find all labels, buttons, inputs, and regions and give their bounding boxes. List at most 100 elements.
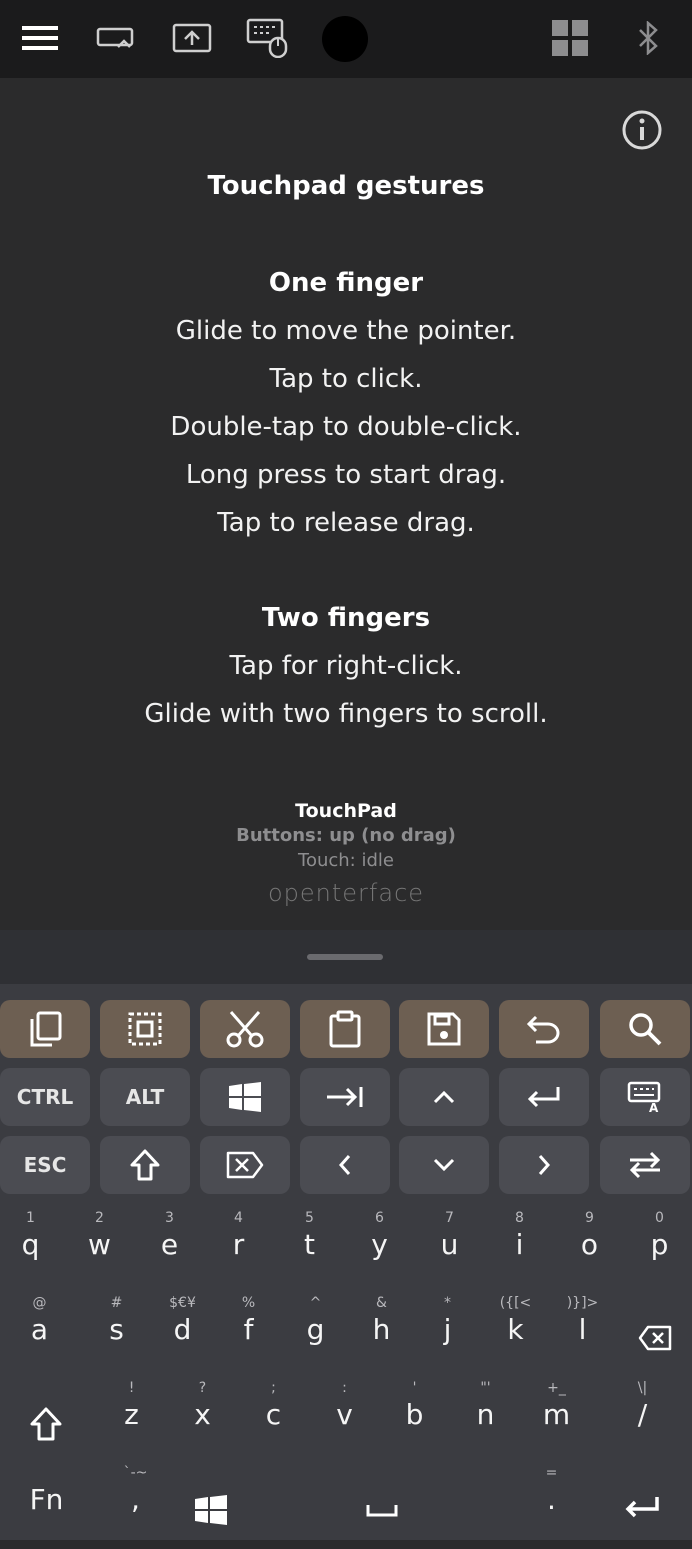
copy-icon	[30, 1011, 62, 1047]
key-l[interactable]: )}]> l	[548, 1295, 617, 1379]
enter-icon	[625, 1497, 659, 1518]
save-button[interactable]	[399, 1000, 489, 1058]
key-period[interactable]: =.	[517, 1465, 586, 1549]
chevron-right-icon	[538, 1155, 551, 1175]
key-m[interactable]: +_ m	[522, 1380, 591, 1464]
gesture-line: Glide with two fingers to scroll.	[144, 699, 548, 729]
keyboard-swap-icon[interactable]	[92, 14, 140, 62]
select-all-button[interactable]	[100, 1000, 190, 1058]
key-b[interactable]: ' b	[380, 1380, 449, 1464]
ctrl-key[interactable]: CTRL	[0, 1068, 90, 1126]
enter-letter-key[interactable]	[607, 1465, 676, 1549]
search-button[interactable]	[600, 1000, 690, 1058]
gesture-line: Double-tap to double-click.	[170, 412, 522, 442]
windows-icon	[195, 1495, 227, 1525]
enter-icon	[527, 1087, 560, 1108]
touchpad-status-title: TouchPad	[295, 800, 397, 822]
key-s[interactable]: # s	[82, 1295, 151, 1379]
windows-key[interactable]	[200, 1068, 290, 1126]
touch-status: Touch: idle	[298, 850, 394, 871]
delete-key[interactable]	[200, 1136, 290, 1194]
swap-key[interactable]	[600, 1136, 690, 1194]
undo-button[interactable]	[499, 1000, 589, 1058]
delete-icon	[226, 1151, 264, 1179]
gesture-line: Glide to move the pointer.	[175, 316, 517, 346]
svg-text:A: A	[649, 1101, 659, 1113]
menu-icon[interactable]	[16, 14, 64, 62]
key-f[interactable]: % f	[214, 1295, 283, 1379]
gesture-line: Long press to start drag.	[185, 460, 507, 490]
copy-button[interactable]	[0, 1000, 90, 1058]
arrow-right-key[interactable]	[499, 1136, 589, 1194]
arrow-up-key[interactable]	[399, 1068, 489, 1126]
cut-button[interactable]	[200, 1000, 290, 1058]
gesture-line: Tap to click.	[269, 364, 423, 394]
key-d[interactable]: $€¥ d	[148, 1295, 217, 1379]
shift-letter-key[interactable]	[12, 1380, 81, 1464]
enter-key[interactable]	[499, 1068, 589, 1126]
info-icon[interactable]	[620, 108, 664, 152]
key-p[interactable]: 0p	[625, 1210, 692, 1294]
key-r[interactable]: 4r	[204, 1210, 273, 1294]
key-o[interactable]: 9o	[555, 1210, 624, 1294]
key-c[interactable]: ; c	[239, 1380, 308, 1464]
grid-icon[interactable]	[546, 14, 594, 62]
keyboard-icon: A	[627, 1081, 661, 1113]
key-y[interactable]: 6y	[345, 1210, 414, 1294]
paste-icon	[329, 1010, 361, 1048]
key-i[interactable]: 8i	[485, 1210, 554, 1294]
shift-key[interactable]	[100, 1136, 190, 1194]
paste-button[interactable]	[300, 1000, 390, 1058]
key-k[interactable]: ({[< k	[481, 1295, 550, 1379]
shift-icon	[30, 1407, 62, 1441]
cut-icon	[226, 1011, 264, 1048]
space-key[interactable]	[247, 1465, 517, 1549]
upload-icon[interactable]	[168, 14, 216, 62]
connection-status-dot	[322, 16, 368, 62]
chevron-left-icon	[338, 1155, 351, 1175]
keyboard-layout-key[interactable]: A	[600, 1068, 690, 1126]
key-q[interactable]: 1q	[0, 1210, 65, 1294]
bluetooth-icon[interactable]	[624, 14, 672, 62]
backspace-key[interactable]	[620, 1295, 689, 1379]
arrow-left-key[interactable]	[300, 1136, 390, 1194]
key-slash[interactable]: \| /	[608, 1380, 677, 1464]
key-a[interactable]: @ a	[5, 1295, 74, 1379]
alt-key[interactable]: ALT	[100, 1068, 190, 1126]
keyboard-mouse-icon[interactable]	[244, 14, 292, 62]
arrow-down-key[interactable]	[399, 1136, 489, 1194]
tab-icon	[327, 1087, 363, 1107]
search-icon	[629, 1013, 662, 1046]
chevron-down-icon	[433, 1158, 455, 1172]
key-u[interactable]: 7u	[415, 1210, 484, 1294]
windows-letter-key[interactable]	[175, 1465, 244, 1549]
two-fingers-title: Two fingers	[261, 603, 431, 633]
backspace-icon	[638, 1325, 672, 1351]
gesture-line: Tap to release drag.	[217, 508, 475, 538]
touchpad-info-panel[interactable]: Touchpad gestures One finger Glide to mo…	[0, 78, 692, 930]
top-toolbar	[0, 0, 692, 78]
key-z[interactable]: ! z	[97, 1380, 166, 1464]
buttons-status: Buttons: up (no drag)	[236, 825, 456, 846]
swap-arrows-icon	[629, 1151, 661, 1179]
key-n[interactable]: "' n	[451, 1380, 520, 1464]
key-t[interactable]: 5t	[275, 1210, 344, 1294]
select-all-icon	[128, 1012, 162, 1046]
key-comma[interactable]: `-~,	[101, 1465, 170, 1549]
esc-key[interactable]: ESC	[0, 1136, 90, 1194]
shift-icon	[130, 1149, 160, 1181]
key-h[interactable]: & h	[347, 1295, 416, 1379]
one-finger-title: One finger	[268, 268, 424, 298]
key-x[interactable]: ? x	[168, 1380, 237, 1464]
brand-logo: openterface	[267, 879, 425, 907]
tab-key[interactable]	[300, 1068, 390, 1126]
key-e[interactable]: 3e	[135, 1210, 204, 1294]
chevron-up-icon	[433, 1090, 455, 1104]
keyboard-drag-handle[interactable]	[307, 954, 383, 960]
key-g[interactable]: ^ g	[281, 1295, 350, 1379]
fn-key[interactable]: Fn	[12, 1465, 81, 1549]
key-v[interactable]: :v	[310, 1380, 379, 1464]
key-j[interactable]: * j	[413, 1295, 482, 1379]
gesture-line: Tap for right-click.	[229, 651, 463, 681]
key-w[interactable]: 2w	[65, 1210, 134, 1294]
